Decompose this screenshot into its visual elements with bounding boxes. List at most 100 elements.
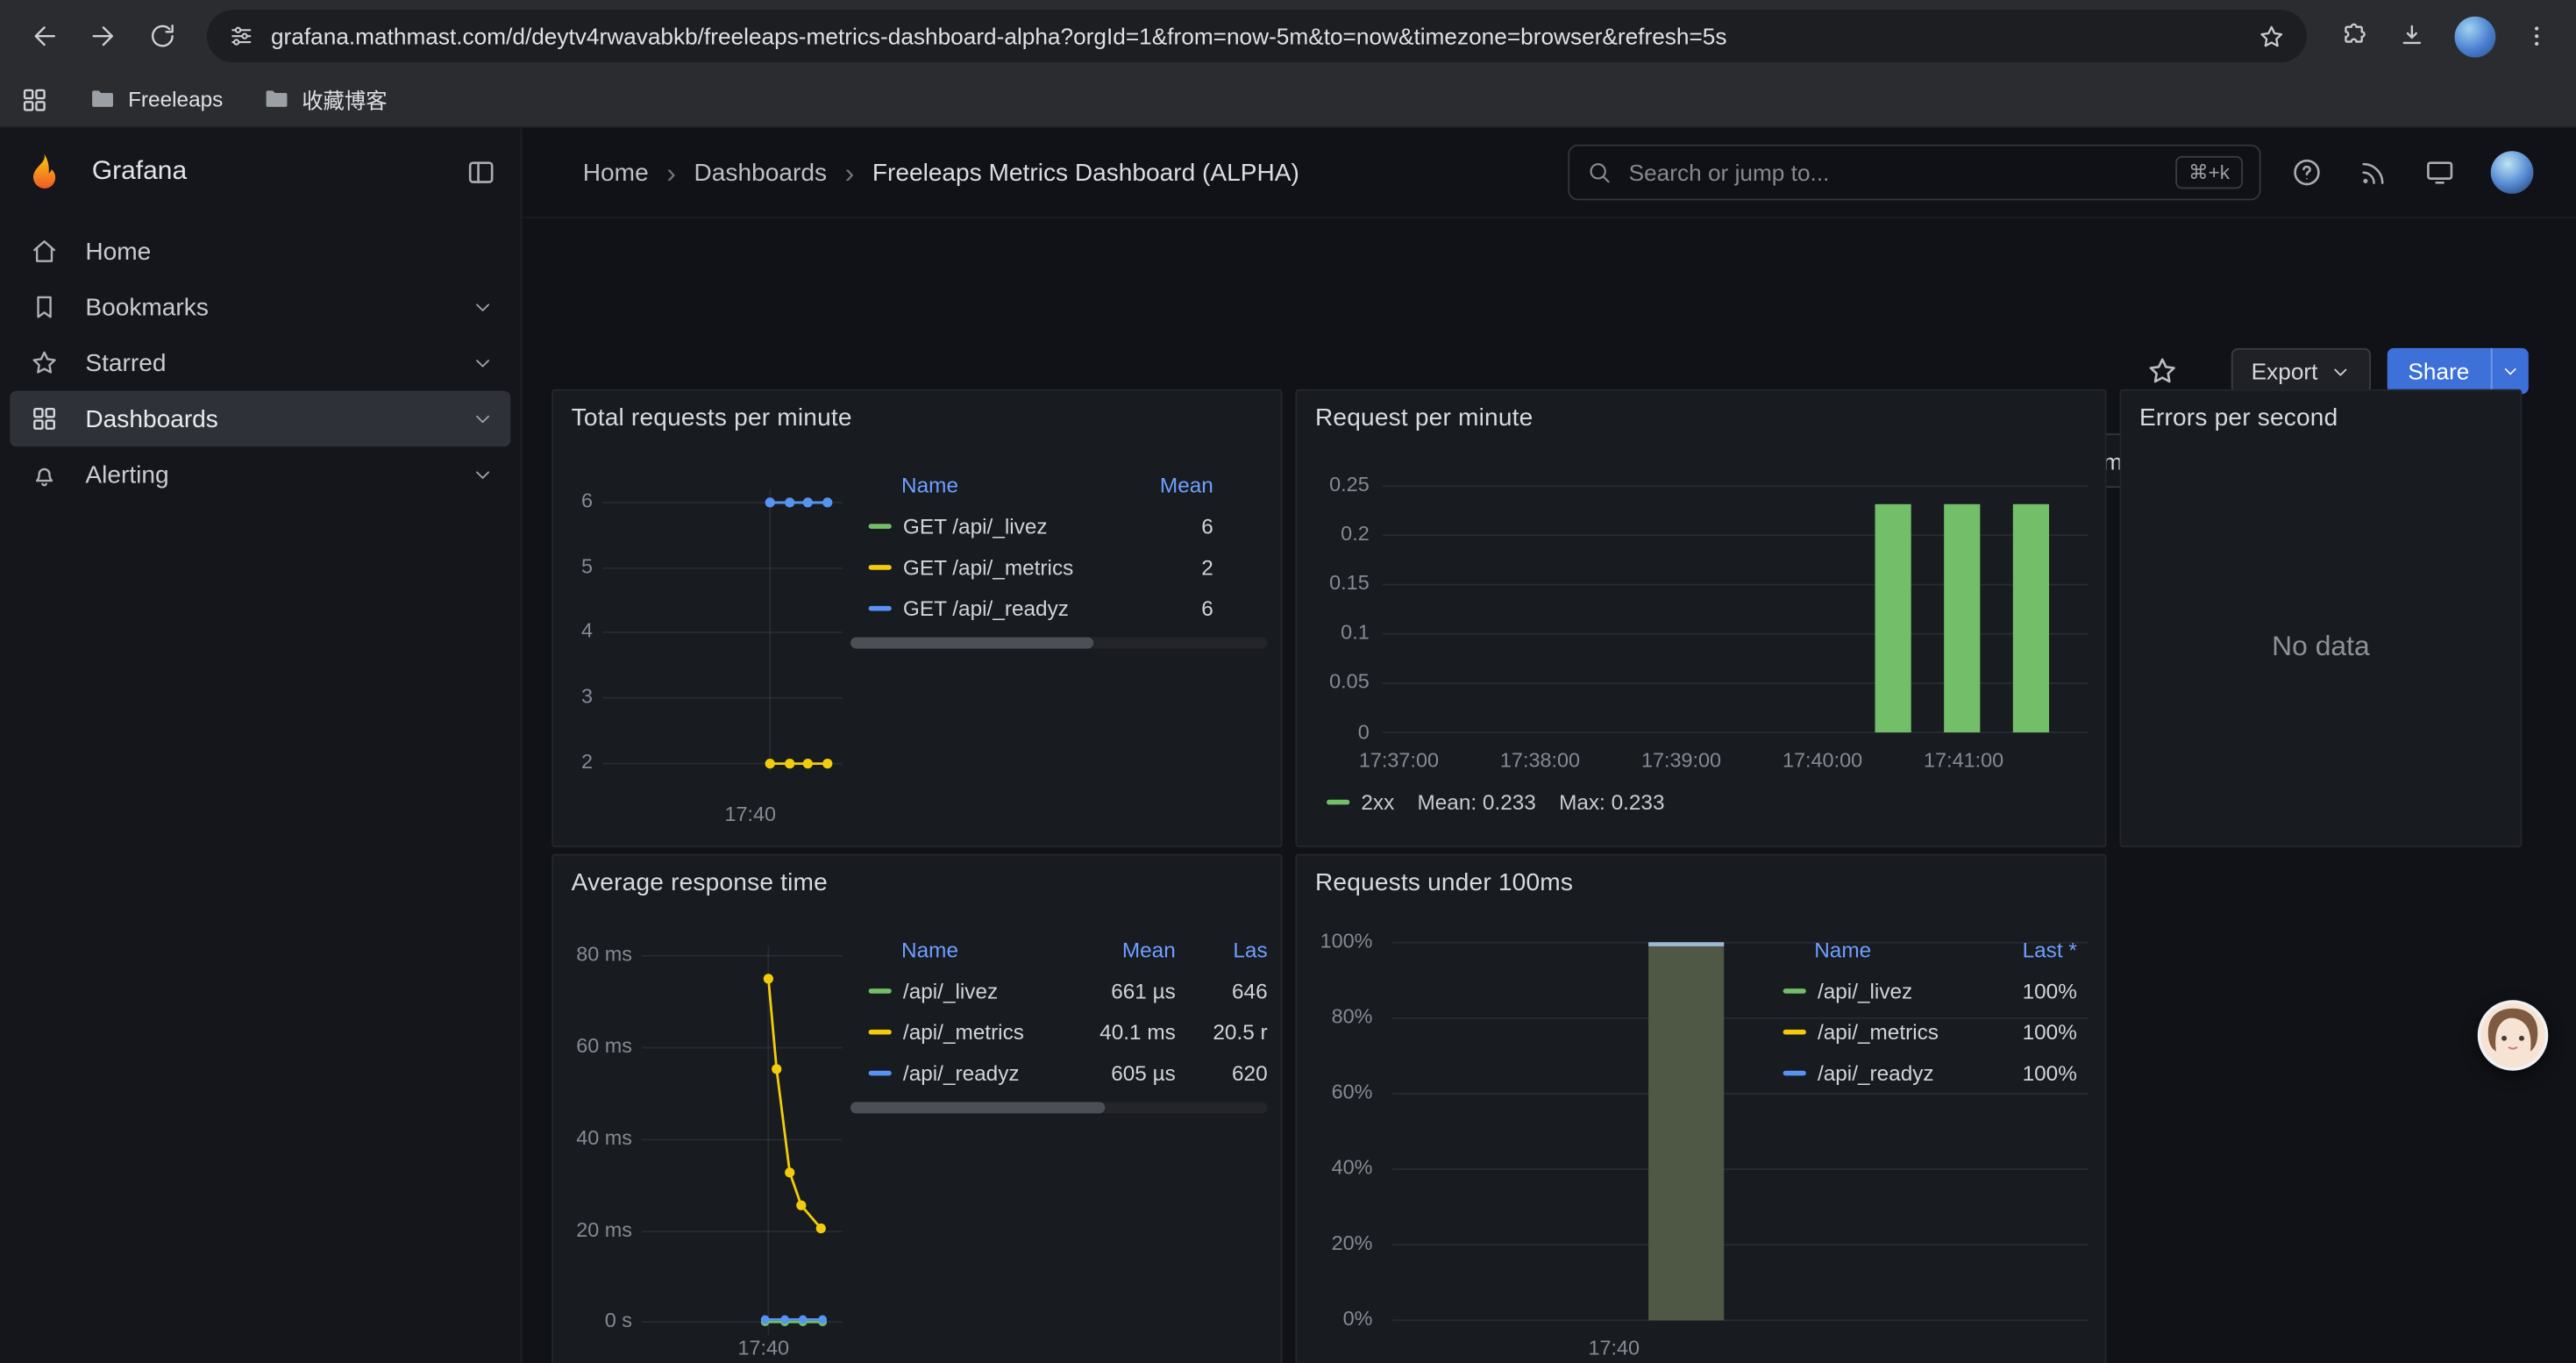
browser-actions [2330,16,2559,57]
folder-icon [262,85,290,113]
search-input[interactable] [1626,158,2162,188]
legend-header-name[interactable]: Name [901,937,1074,961]
sidebar-item-home[interactable]: Home [10,224,510,280]
downloads-icon[interactable] [2397,21,2427,51]
panel-request-per-minute: Request per minute 0.25 0.2 0.15 0.1 0.0… [1295,389,2106,847]
news-rss-icon[interactable] [2358,157,2389,189]
brand-name[interactable]: Grafana [92,158,465,188]
kiosk-monitor-icon[interactable] [2423,156,2456,189]
browser-toolbar: grafana.mathmast.com/d/deytv4rwavabkb/fr… [0,0,2576,72]
series-color-swatch [1327,800,1349,805]
sidebar-item-bookmarks[interactable]: Bookmarks [10,279,510,335]
breadcrumb: Home › Dashboards › Freeleaps Metrics Da… [583,128,1299,217]
apps-grid-icon[interactable] [19,84,49,114]
breadcrumb-dashboards[interactable]: Dashboards [694,159,827,187]
legend: 2xx Mean: 0.233 Max: 0.233 [1327,790,1664,815]
chevron-down-icon[interactable] [471,463,494,486]
legend-header-name[interactable]: Name [1814,937,2022,961]
legend-row[interactable]: /api/_metrics 100% [1783,1011,2077,1053]
forward-button[interactable] [75,8,132,64]
address-bar[interactable]: grafana.mathmast.com/d/deytv4rwavabkb/fr… [207,10,2307,62]
y-axis-tick: 0.15 [1304,572,1370,596]
sidebar-item-starred[interactable]: Starred [10,335,510,391]
bookmarks-bar: Freeleaps 收藏博客 [0,72,2576,128]
browser-menu-icon[interactable] [2523,23,2550,49]
grafana-app: Grafana Home Bookmarks [0,128,2576,1363]
series-color-swatch [869,565,892,570]
legend-row[interactable]: /api/_readyz 100% [1783,1053,2077,1094]
y-axis-tick: 80 ms [557,943,632,967]
breadcrumb-home[interactable]: Home [583,159,649,187]
y-axis-tick: 0.1 [1304,621,1370,646]
y-axis-tick: 60% [1300,1081,1372,1105]
grafana-logo-icon[interactable] [23,151,66,194]
reload-button[interactable] [135,8,191,64]
legend-row[interactable]: /api/_livez 100% [1783,971,2077,1012]
scrollbar-thumb[interactable] [850,1102,1105,1113]
browser-profile-avatar[interactable] [2455,16,2496,57]
search-icon [1586,160,1612,186]
search-bar[interactable]: ⌘+k [1568,145,2260,201]
site-controls-icon[interactable] [228,23,254,49]
y-axis-tick: 5 [557,555,593,580]
breadcrumb-current: Freeleaps Metrics Dashboard (ALPHA) [872,159,1299,187]
sidebar-toggle-icon[interactable] [465,156,497,189]
share-button[interactable]: Share [2387,348,2491,394]
sidebar-item-dashboards[interactable]: Dashboards [10,391,510,447]
y-axis-tick: 0.25 [1304,473,1370,497]
x-axis-tick: 17:40 [1556,1337,1671,1361]
legend-header-name[interactable]: Name [901,472,1160,496]
legend-row[interactable]: GET /api/_metrics 2 [850,546,1268,588]
panel-average-response-time: Average response time 80 ms 60 ms 40 ms [551,854,1282,1363]
legend-row[interactable]: GET /api/_livez 6 [850,506,1268,547]
legend-row[interactable]: /api/_livez 661 µs 646 [850,971,1268,1012]
folder-icon [89,85,117,113]
request-per-minute-chart [1297,391,2106,847]
bookmark-star-icon[interactable] [2258,22,2286,50]
legend-header-mean[interactable]: Mean [1160,472,1213,496]
legend-scrollbar[interactable] [850,1102,1268,1113]
bookmark-label: 收藏博客 [302,83,387,115]
chevron-down-icon [2330,360,2351,382]
sidebar-item-alerting[interactable]: Alerting [10,446,510,503]
y-axis-tick: 2 [557,751,593,775]
star-icon [30,348,62,378]
assistant-avatar-button[interactable] [2478,1000,2549,1071]
legend-item-2xx[interactable]: 2xx [1327,790,1394,815]
share-menu-button[interactable] [2491,348,2529,394]
favorite-dashboard-button[interactable] [2146,354,2179,387]
extensions-icon[interactable] [2339,21,2369,51]
scrollbar-thumb[interactable] [850,637,1093,648]
bookmark-folder-blog[interactable]: 收藏博客 [262,83,387,115]
reload-icon [148,21,178,51]
bookmark-folder-freeleaps[interactable]: Freeleaps [89,85,223,113]
user-avatar[interactable] [2491,151,2534,194]
legend-header-mean[interactable]: Mean [1074,937,1176,961]
share-label: Share [2408,358,2469,384]
chevron-down-icon[interactable] [471,352,494,375]
legend-scrollbar[interactable] [850,637,1268,648]
legend-row[interactable]: /api/_metrics 40.1 ms 20.5 r [850,1011,1268,1053]
back-button[interactable] [17,8,73,64]
x-axis-tick: 17:40:00 [1765,749,1880,774]
legend-row[interactable]: /api/_readyz 605 µs 620 [850,1053,1268,1094]
legend-header-row: Name Mean Las [850,928,1268,971]
legend-header-last[interactable]: Las [1176,937,1268,961]
legend-row[interactable]: GET /api/_readyz 6 [850,588,1268,629]
legend-max: Max: 0.233 [1559,790,1664,815]
chevron-down-icon[interactable] [471,296,494,318]
export-button[interactable]: Export [2231,348,2370,394]
x-axis-tick: 17:38:00 [1483,749,1598,774]
legend-header-last[interactable]: Last * [2023,937,2077,961]
browser-window: grafana.mathmast.com/d/deytv4rwavabkb/fr… [0,0,2576,1363]
help-icon[interactable] [2290,156,2323,189]
chevron-down-icon[interactable] [471,407,494,430]
panel-title[interactable]: Errors per second [2139,404,2338,432]
url-text[interactable]: grafana.mathmast.com/d/deytv4rwavabkb/fr… [271,23,2241,49]
bookmark-icon [30,292,62,322]
export-label: Export [2252,358,2318,384]
bell-icon [30,460,62,489]
series-color-swatch [869,1030,892,1035]
y-axis-tick: 20 ms [557,1218,632,1243]
series-color-swatch [869,1071,892,1076]
